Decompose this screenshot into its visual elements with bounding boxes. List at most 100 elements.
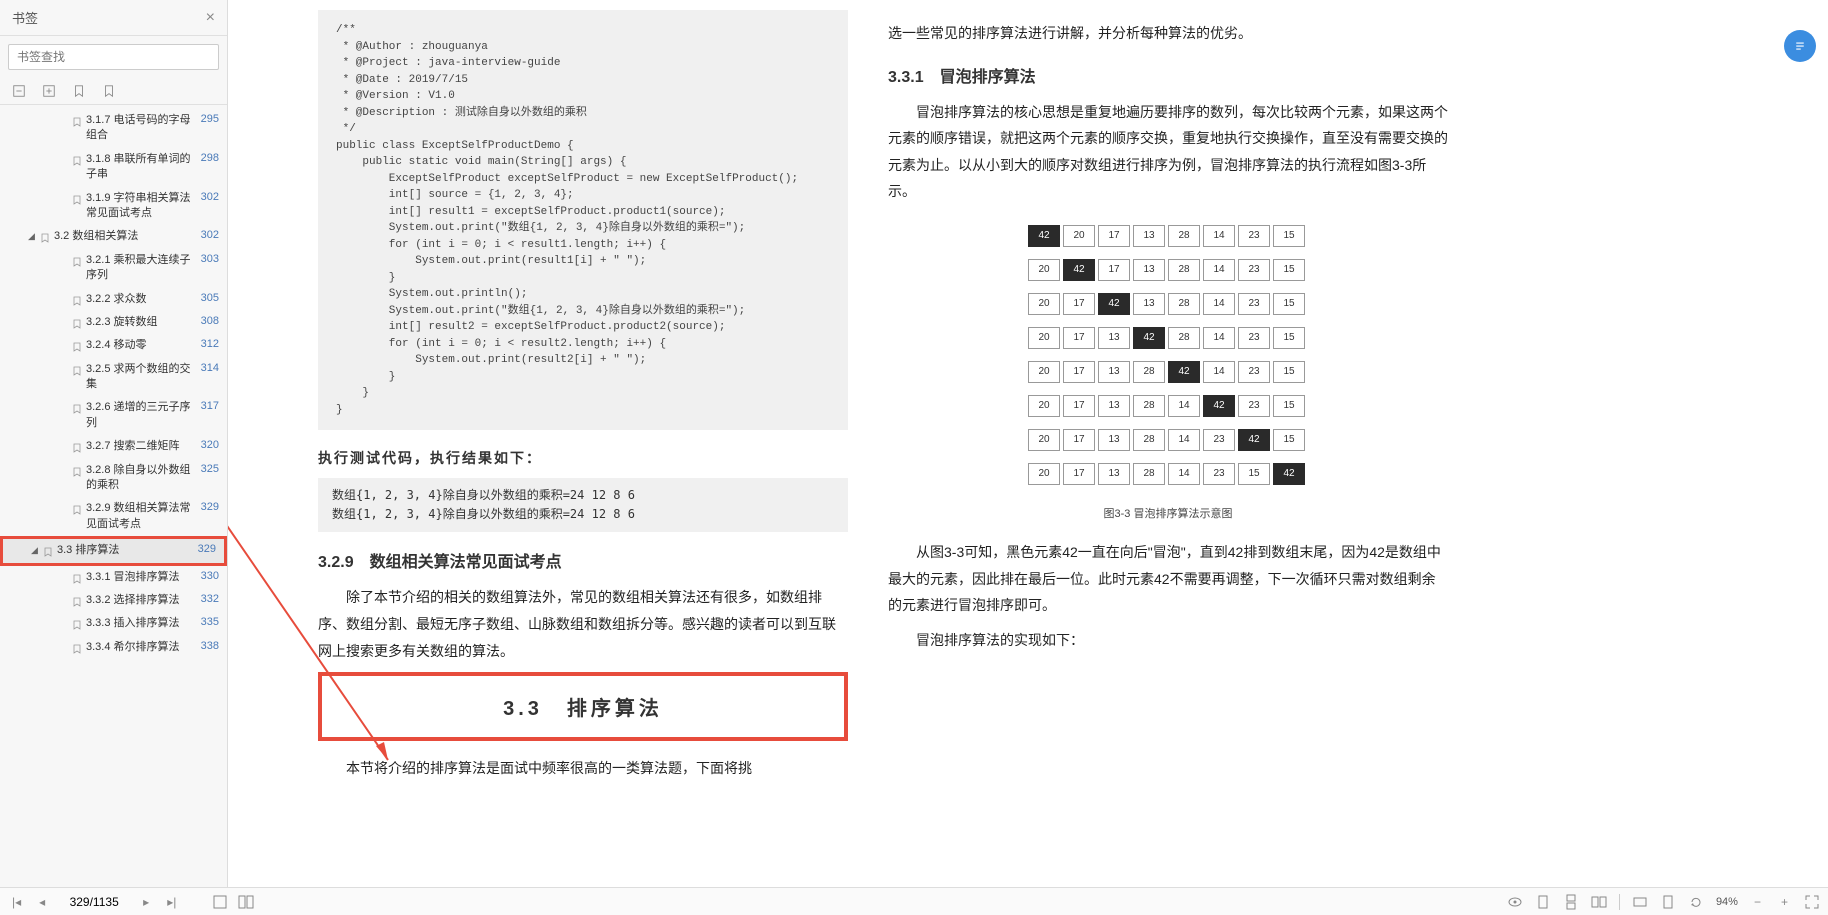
bookmark-page: 325	[201, 463, 219, 475]
view-single-icon[interactable]	[1535, 894, 1551, 910]
bookmark-item[interactable]: ◢3.3 排序算法329	[0, 536, 227, 565]
bookmark-item[interactable]: 3.2.8 除自身以外数组的乘积325	[0, 459, 227, 498]
exec-label: 执行测试代码，执行结果如下：	[318, 448, 848, 468]
view-two-page-icon[interactable]	[1591, 894, 1607, 910]
bookmark-item[interactable]: 3.2.2 求众数305	[0, 288, 227, 311]
bookmarks-sidebar: 书签 × 3.1.7 电话号码的字母组合 295 3.1.8 串联所有单词的子串29…	[0, 0, 228, 887]
sort-cell: 15	[1238, 463, 1270, 485]
sort-cell: 42	[1203, 395, 1235, 417]
collapse-all-icon[interactable]	[42, 84, 56, 98]
sidebar-title: 书签	[12, 8, 38, 27]
bookmark-icon	[43, 546, 53, 556]
bookmark-item[interactable]: 3.2.9 数组相关算法常见面试考点329	[0, 497, 227, 536]
bookmark-item[interactable]: 3.3.1 冒泡排序算法330	[0, 566, 227, 589]
sort-cell: 17	[1063, 361, 1095, 383]
sort-cell: 15	[1273, 293, 1305, 315]
bookmark-icon	[72, 365, 82, 375]
bookmark-icon	[72, 643, 82, 653]
sort-cell: 14	[1168, 463, 1200, 485]
bookmark-label: 3.2.2 求众数	[86, 292, 193, 307]
sort-cell: 13	[1133, 259, 1165, 281]
bookmark-item[interactable]: ◢3.2 数组相关算法302	[0, 225, 227, 248]
bookmark-item[interactable]: 3.1.7 电话号码的字母组合 295	[0, 109, 227, 148]
bookmark-item[interactable]: 3.2.4 移动零312	[0, 334, 227, 357]
chevron-down-icon: ◢	[31, 545, 38, 556]
bookmark-icon	[72, 466, 82, 476]
para-r3: 冒泡排序算法的实现如下：	[888, 627, 1448, 654]
sort-cell: 14	[1203, 327, 1235, 349]
zoom-out-button[interactable]: −	[1750, 895, 1765, 909]
bookmark-page: 295	[201, 113, 219, 125]
sort-cell: 13	[1133, 293, 1165, 315]
heading-331: 3.3.1 冒泡排序算法	[888, 63, 1448, 87]
sort-row: 2017132842142315	[1028, 361, 1308, 383]
bookmark-page: 330	[201, 570, 219, 582]
fullscreen-icon[interactable]	[1804, 894, 1820, 910]
sort-cell: 28	[1168, 327, 1200, 349]
bookmark-label: 3.1.8 串联所有单词的子串	[86, 152, 193, 183]
sort-cell: 42	[1098, 293, 1130, 315]
bookmark-item[interactable]: 3.3.3 插入排序算法335	[0, 612, 227, 635]
sort-cell: 28	[1133, 429, 1165, 451]
next-page-button[interactable]: ▸	[139, 895, 153, 909]
bookmark-item[interactable]: 3.1.8 串联所有单词的子串298	[0, 148, 227, 187]
bookmark-label: 3.2.9 数组相关算法常见面试考点	[86, 501, 193, 532]
sort-row: 2017132814422315	[1028, 395, 1308, 417]
bookmark-search-input[interactable]	[8, 44, 219, 70]
first-page-button[interactable]: |◂	[8, 895, 25, 909]
bookmark-label: 3.1.7 电话号码的字母组合	[86, 113, 193, 144]
close-sidebar-button[interactable]: ×	[206, 9, 215, 27]
para-329: 除了本节介绍的相关的数组算法外，常见的数组相关算法还有很多，如数组排序、数组分割…	[318, 584, 848, 664]
bookmark-item[interactable]: 3.2.5 求两个数组的交集314	[0, 358, 227, 397]
rotate-icon[interactable]	[1688, 894, 1704, 910]
prev-page-button[interactable]: ◂	[35, 895, 49, 909]
bookmark-icon-2[interactable]	[102, 84, 116, 98]
sort-cell: 13	[1098, 327, 1130, 349]
bookmark-item[interactable]: 3.2.1 乘积最大连续子序列303	[0, 249, 227, 288]
sort-cell: 42	[1028, 225, 1060, 247]
bookmark-item[interactable]: 3.2.6 递增的三元子序列317	[0, 396, 227, 435]
bookmark-item[interactable]: 3.3.2 选择排序算法332	[0, 589, 227, 612]
sort-cell: 20	[1028, 259, 1060, 281]
bookmark-page: 308	[201, 315, 219, 327]
bookmark-item[interactable]: 3.1.9 字符串相关算法常见面试考点302	[0, 187, 227, 226]
bookmark-page: 314	[201, 362, 219, 374]
status-bar: |◂ ◂ ▸ ▸| 94% − +	[0, 887, 1828, 915]
bookmark-icon-1[interactable]	[72, 84, 86, 98]
bookmark-label: 3.2.4 移动零	[86, 338, 193, 353]
sort-cell: 13	[1098, 463, 1130, 485]
bookmark-label: 3.3 排序算法	[57, 543, 190, 558]
bookmark-icon	[72, 596, 82, 606]
heading-329: 3.2.9 数组相关算法常见面试考点	[318, 548, 848, 572]
eye-icon[interactable]	[1507, 894, 1523, 910]
page-number-input[interactable]	[59, 895, 129, 909]
last-page-button[interactable]: ▸|	[163, 895, 180, 909]
fit-page-icon[interactable]	[1660, 894, 1676, 910]
sort-row: 2017132814231542	[1028, 463, 1308, 485]
sort-cell: 15	[1273, 259, 1305, 281]
layout-icon-2[interactable]	[238, 894, 254, 910]
sort-cell: 28	[1168, 293, 1200, 315]
zoom-in-button[interactable]: +	[1777, 895, 1792, 909]
sort-cell: 13	[1098, 429, 1130, 451]
bookmark-icon	[72, 403, 82, 413]
view-continuous-icon[interactable]	[1563, 894, 1579, 910]
bookmark-icon	[72, 194, 82, 204]
bookmark-item[interactable]: 3.2.3 旋转数组308	[0, 311, 227, 334]
fit-width-icon[interactable]	[1632, 894, 1648, 910]
sort-cell: 28	[1133, 395, 1165, 417]
layout-icon-1[interactable]	[212, 894, 228, 910]
bookmark-item[interactable]: 3.2.7 搜索二维矩阵320	[0, 435, 227, 458]
bookmark-icon	[72, 341, 82, 351]
sort-cell: 17	[1063, 429, 1095, 451]
sort-cell: 20	[1028, 327, 1060, 349]
float-assist-button[interactable]	[1784, 30, 1816, 62]
expand-all-icon[interactable]	[12, 84, 26, 98]
zoom-level[interactable]: 94%	[1716, 896, 1738, 908]
bookmark-page: 335	[201, 616, 219, 628]
bookmark-list: 3.1.7 电话号码的字母组合 295 3.1.8 串联所有单词的子串2983.1.…	[0, 105, 227, 887]
bookmark-label: 3.2 数组相关算法	[54, 229, 193, 244]
sort-row: 2017134228142315	[1028, 327, 1308, 349]
diagram-caption: 图3-3 冒泡排序算法示意图	[888, 505, 1448, 521]
bookmark-item[interactable]: 3.3.4 希尔排序算法338	[0, 636, 227, 659]
